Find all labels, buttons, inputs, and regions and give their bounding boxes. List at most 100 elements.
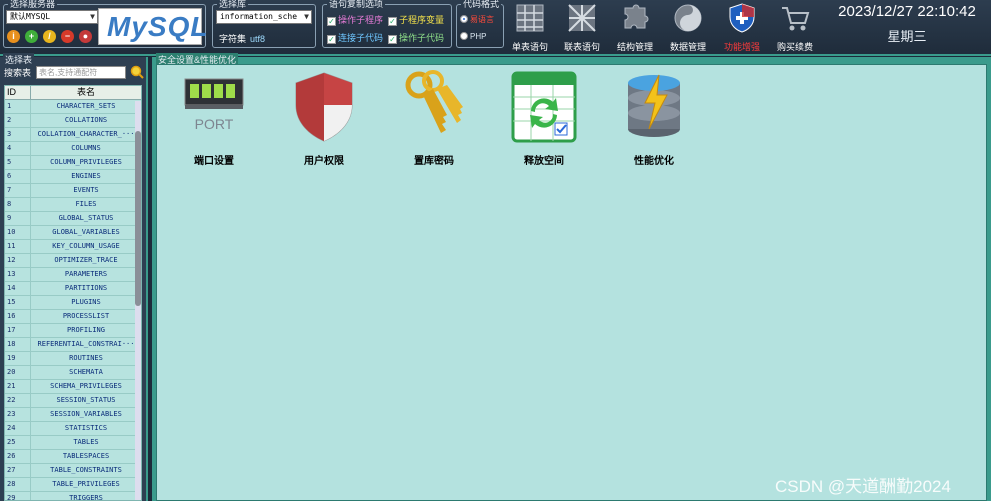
chevron-down-icon: ▼ — [304, 12, 309, 21]
row-table-name: PARTITIONS — [64, 284, 108, 292]
table-row[interactable]: 25 TABLES — [5, 436, 141, 450]
grid-icon — [516, 4, 544, 32]
table-row[interactable]: 8 FILES — [5, 198, 141, 212]
chevron-down-icon: ▼ — [90, 12, 95, 21]
scrollbar-thumb[interactable] — [135, 131, 141, 306]
table-row[interactable]: 13 PARAMETERS — [5, 268, 141, 282]
row-id: 24 — [5, 422, 31, 435]
table-row[interactable]: 5 COLUMN_PRIVILEGES — [5, 156, 141, 170]
row-table-name: PLUGINS — [71, 298, 101, 306]
row-id: 18 — [5, 338, 31, 351]
add-icon[interactable]: + — [25, 30, 38, 43]
format-radio-1[interactable]: 易语言 — [460, 14, 494, 25]
row-table-name: TABLESPACES — [62, 452, 110, 460]
card-performance[interactable]: 性能优化 — [609, 69, 699, 167]
card-port[interactable]: PORT 端口设置 — [169, 69, 259, 167]
tool-purchase[interactable]: 购买续费 — [770, 0, 820, 54]
tool-data[interactable]: 数据管理 — [663, 0, 713, 54]
row-table-name: COLUMN_PRIVILEGES — [50, 158, 122, 166]
copy-option-2[interactable]: ✓ 子程序变量 — [388, 13, 444, 26]
shield-icon — [729, 3, 755, 33]
table-row[interactable]: 17 PROFILING — [5, 324, 141, 338]
row-id: 8 — [5, 198, 31, 211]
tool-structure[interactable]: 结构管理 — [610, 0, 660, 54]
stop-icon[interactable]: ● — [79, 30, 92, 43]
table-row[interactable]: 18 REFERENTIAL_CONSTRAI··· — [5, 338, 141, 352]
search-icon[interactable] — [130, 65, 144, 79]
table-row[interactable]: 16 PROCESSLIST — [5, 310, 141, 324]
row-table-name: TABLE_CONSTRAINTS — [50, 466, 122, 474]
copy-option-4[interactable]: ✓ 操作子代码 — [388, 31, 444, 44]
crossed-grid-icon — [568, 4, 596, 32]
table-panel: 选择表 搜索表 表名,支持通配符 ID 表名 1 CHARACTER_SETS 2 C… — [0, 53, 148, 501]
tool-enhance[interactable]: 功能增强 — [717, 0, 767, 54]
table-row[interactable]: 7 EVENTS — [5, 184, 141, 198]
checkbox[interactable]: ✓ — [388, 17, 397, 26]
tool-single-table[interactable]: 单表语句 — [505, 0, 555, 54]
row-table-name: OPTIMIZER_TRACE — [54, 256, 118, 264]
clock: 2023/12/27 22:10:42 星期三 — [832, 3, 982, 45]
radio[interactable] — [460, 32, 468, 40]
table-row[interactable]: 4 COLUMNS — [5, 142, 141, 156]
table-row[interactable]: 15 PLUGINS — [5, 296, 141, 310]
table-row[interactable]: 12 OPTIMIZER_TRACE — [5, 254, 141, 268]
server-select-value: 默认MYSQL — [10, 12, 51, 21]
disk-icon — [674, 4, 702, 32]
table-row[interactable]: 10 GLOBAL_VARIABLES — [5, 226, 141, 240]
table-row[interactable]: 9 GLOBAL_STATUS — [5, 212, 141, 226]
recycle-sheet-icon — [511, 71, 577, 143]
main-panel: 安全设置&性能优化 PORT 端口设置 用户权限 置库密码 释放空间 性能优化 — [152, 53, 991, 501]
row-id: 29 — [5, 492, 31, 500]
checkbox[interactable]: ✓ — [327, 35, 336, 44]
table-row[interactable]: 27 TABLE_CONSTRAINTS — [5, 464, 141, 478]
radio[interactable] — [460, 15, 468, 23]
card-free-space[interactable]: 释放空间 — [499, 69, 589, 167]
checkbox[interactable]: ✓ — [388, 35, 397, 44]
table-row[interactable]: 14 PARTITIONS — [5, 282, 141, 296]
server-select[interactable]: 默认MYSQL ▼ — [6, 10, 98, 24]
row-table-name: TABLES — [73, 438, 99, 446]
table-row[interactable]: 21 SCHEMA_PRIVILEGES — [5, 380, 141, 394]
table-row[interactable]: 3 COLLATION_CHARACTER_··· — [5, 128, 141, 142]
copy-option-1[interactable]: ✓ 操作子程序 — [327, 13, 383, 26]
row-id: 2 — [5, 114, 31, 127]
row-table-name: ENGINES — [71, 172, 101, 180]
table-row[interactable]: 2 COLLATIONS — [5, 114, 141, 128]
table-row[interactable]: 11 KEY_COLUMN_USAGE — [5, 240, 141, 254]
format-radio-2[interactable]: PHP — [460, 32, 486, 41]
table-row[interactable]: 19 ROUTINES — [5, 352, 141, 366]
table-row[interactable]: 23 SESSION_VARIABLES — [5, 408, 141, 422]
database-select[interactable]: information_sche ▼ — [216, 10, 312, 24]
tool-join-table[interactable]: 联表语句 — [557, 0, 607, 54]
row-table-name: TABLE_PRIVILEGES — [52, 480, 120, 488]
table-row[interactable]: 26 TABLESPACES — [5, 450, 141, 464]
copy-option-3[interactable]: ✓ 连接子代码 — [327, 31, 383, 44]
table-search-input[interactable]: 表名,支持通配符 — [36, 66, 126, 79]
scrollbar[interactable] — [135, 101, 141, 500]
table-row[interactable]: 20 SCHEMATA — [5, 366, 141, 380]
remove-icon[interactable]: − — [61, 30, 74, 43]
edit-icon[interactable]: / — [43, 30, 56, 43]
row-id: 11 — [5, 240, 31, 253]
row-table-name: SESSION_VARIABLES — [50, 410, 122, 418]
table-row[interactable]: 24 STATISTICS — [5, 422, 141, 436]
row-table-name: GLOBAL_VARIABLES — [52, 228, 120, 236]
row-table-name: SCHEMA_PRIVILEGES — [50, 382, 122, 390]
checkbox[interactable]: ✓ — [327, 17, 336, 26]
database-legend: 选择库 — [219, 0, 247, 9]
table-row[interactable]: 29 TRIGGERS — [5, 492, 141, 500]
table-row[interactable]: 1 CHARACTER_SETS — [5, 100, 141, 114]
card-user-permission[interactable]: 用户权限 — [279, 69, 369, 167]
header-id: ID — [5, 86, 31, 99]
row-id: 23 — [5, 408, 31, 421]
feature-area: PORT 端口设置 用户权限 置库密码 释放空间 性能优化 — [156, 64, 987, 501]
table-row[interactable]: 22 SESSION_STATUS — [5, 394, 141, 408]
row-table-name: GLOBAL_STATUS — [58, 214, 114, 222]
row-table-name: SESSION_STATUS — [56, 396, 116, 404]
info-icon[interactable]: i — [7, 30, 20, 43]
table-row[interactable]: 28 TABLE_PRIVILEGES — [5, 478, 141, 492]
card-db-password[interactable]: 置库密码 — [389, 69, 479, 167]
clock-weekday: 星期三 — [887, 29, 927, 44]
table-row[interactable]: 6 ENGINES — [5, 170, 141, 184]
row-table-name: PROCESSLIST — [62, 312, 110, 320]
